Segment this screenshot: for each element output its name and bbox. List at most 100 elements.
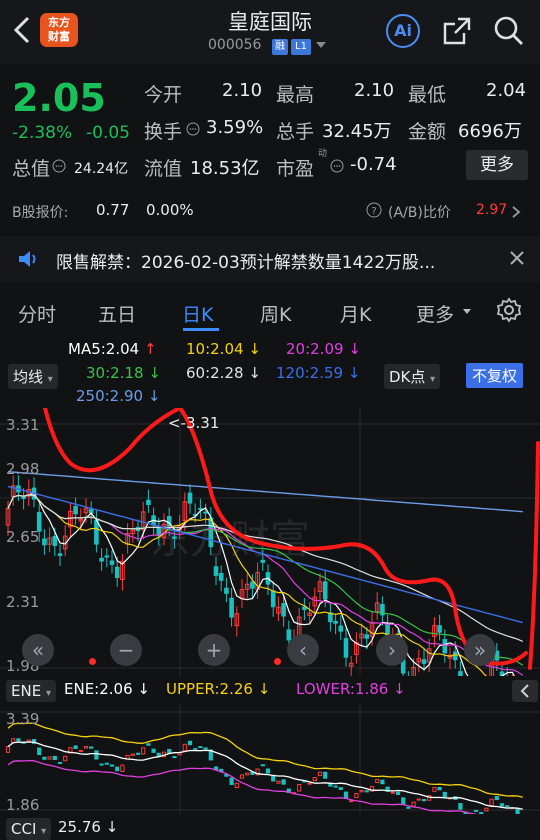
- scroll-left-button[interactable]: ‹: [287, 634, 319, 666]
- ene-candle: [480, 813, 483, 814]
- info-icon[interactable]: [186, 121, 200, 140]
- tab-five-day[interactable]: 五日: [98, 300, 136, 327]
- candle-body: [105, 556, 109, 557]
- y-axis-tick: 2.65: [6, 528, 39, 546]
- tab-more[interactable]: 更多: [416, 300, 454, 327]
- chevron-down-icon[interactable]: [316, 42, 326, 48]
- cci-value: 25.76 ↓: [58, 818, 118, 836]
- stock-name[interactable]: 皇庭国际: [200, 6, 340, 36]
- back-icon[interactable]: [8, 12, 38, 48]
- candle-body: [204, 512, 208, 513]
- chevron-right-icon[interactable]: [510, 204, 522, 223]
- ene-candle: [173, 757, 176, 758]
- ene-candle: [230, 778, 233, 785]
- collapse-panel-button[interactable]: [512, 680, 538, 702]
- candle-body: [453, 652, 457, 660]
- float-value-label: 流值: [144, 154, 182, 181]
- ene-candle: [391, 792, 394, 793]
- price-adjust-button[interactable]: 不复权: [466, 363, 523, 388]
- scroll-right-button[interactable]: ›: [376, 634, 408, 666]
- info-icon[interactable]: [330, 158, 344, 177]
- ene-candle: [376, 780, 379, 783]
- candlestick-chart[interactable]: 东方财富 <-3.31 3.31 2.98 2.65 2.31 1.98: [0, 408, 540, 676]
- logo-text-line1: 东方: [40, 16, 78, 30]
- tab-weekly-k[interactable]: 周K: [260, 300, 291, 327]
- candle-body: [115, 567, 119, 577]
- high-marker-label: <-3.31: [168, 414, 219, 432]
- arrow-down-icon: ↓: [248, 340, 261, 358]
- speaker-icon: [16, 248, 40, 274]
- ene-candle: [142, 748, 145, 754]
- ene-candle: [495, 796, 498, 799]
- share-icon[interactable]: [440, 14, 474, 52]
- turnover-label: 换手: [144, 117, 182, 144]
- app-logo[interactable]: 东方 财富: [40, 13, 78, 47]
- candle-body: [58, 554, 62, 556]
- candle-body: [334, 621, 338, 623]
- candle-body: [147, 500, 151, 504]
- ene-candle: [43, 757, 46, 759]
- tab-daily-k[interactable]: 日K: [182, 300, 213, 327]
- ene-candle: [84, 747, 87, 749]
- dk-point-selector[interactable]: DK点 ▾: [384, 364, 440, 389]
- volume-value: 32.45万: [322, 117, 392, 143]
- change-percent: -2.38%: [12, 123, 72, 143]
- ene-chart[interactable]: 3.39 1.86: [0, 704, 540, 814]
- tab-intraday[interactable]: 分时: [18, 300, 56, 327]
- ma-selector[interactable]: 均线 ▾: [8, 364, 58, 389]
- tab-more-caret-icon: [463, 309, 471, 314]
- cci-text: 25.76: [58, 818, 101, 836]
- ene-candle: [298, 785, 301, 791]
- arrow-down-icon: ↓: [348, 364, 361, 382]
- chevron-down-icon: ▾: [48, 374, 53, 385]
- zoom-in-button[interactable]: +: [198, 634, 230, 666]
- ene-candle: [188, 741, 191, 744]
- gear-icon[interactable]: [496, 297, 522, 327]
- ene-candle: [266, 769, 269, 773]
- ene-candle: [131, 754, 134, 755]
- level-badge: L1: [291, 39, 311, 55]
- cci-selector[interactable]: CCI ▾: [6, 818, 51, 840]
- candle-body: [344, 639, 348, 658]
- arrow-down-icon: ↓: [258, 680, 271, 698]
- ene-candle: [407, 807, 410, 808]
- total-value-label: 总值: [12, 154, 50, 181]
- ene-candle: [422, 799, 425, 800]
- cci-selector-label: CCI: [11, 820, 36, 838]
- arrow-down-icon: ↓: [106, 818, 119, 836]
- scroll-left-fast-button[interactable]: «: [22, 634, 54, 666]
- amount-value: 6696万: [458, 117, 522, 143]
- ene-candle: [58, 762, 61, 763]
- ene-candle: [100, 764, 103, 765]
- arrow-down-icon: ↓: [148, 387, 161, 405]
- search-icon[interactable]: [492, 14, 526, 52]
- info-icon[interactable]: [52, 158, 66, 177]
- ene-candle: [90, 747, 93, 748]
- ai-assistant-button[interactable]: Ai: [386, 14, 420, 48]
- scroll-right-fast-button[interactable]: »: [464, 634, 496, 666]
- candle-body: [251, 582, 255, 588]
- change-amount: -0.05: [86, 123, 130, 143]
- ene-selector[interactable]: ENE ▾: [6, 680, 56, 702]
- ene-candle: [147, 744, 150, 745]
- zoom-out-button[interactable]: −: [110, 634, 142, 666]
- ene-candle: [235, 783, 238, 787]
- close-icon[interactable]: [508, 249, 526, 271]
- ene-candle: [282, 780, 285, 784]
- candle-body: [282, 604, 286, 617]
- more-fields-button[interactable]: 更多: [466, 150, 528, 180]
- candle-body: [230, 598, 234, 617]
- ene-candle: [53, 756, 56, 759]
- help-icon[interactable]: ?: [366, 202, 382, 222]
- ene-candle: [79, 750, 82, 751]
- tab-monthly-k[interactable]: 月K: [340, 300, 371, 327]
- ene-candle: [6, 747, 9, 753]
- ene-candle: [308, 783, 311, 784]
- arrow-down-icon: ↓: [248, 364, 261, 382]
- upper-value: UPPER:2.26 ↓: [166, 680, 270, 698]
- ene-candle: [313, 778, 316, 781]
- ma-selector-label: 均线: [13, 368, 43, 386]
- ene-value: ENE:2.06 ↓: [64, 680, 150, 698]
- notice-text[interactable]: 限售解禁：2026-02-03预计解禁数量1422万股...: [56, 248, 435, 273]
- ene-candle: [339, 788, 342, 790]
